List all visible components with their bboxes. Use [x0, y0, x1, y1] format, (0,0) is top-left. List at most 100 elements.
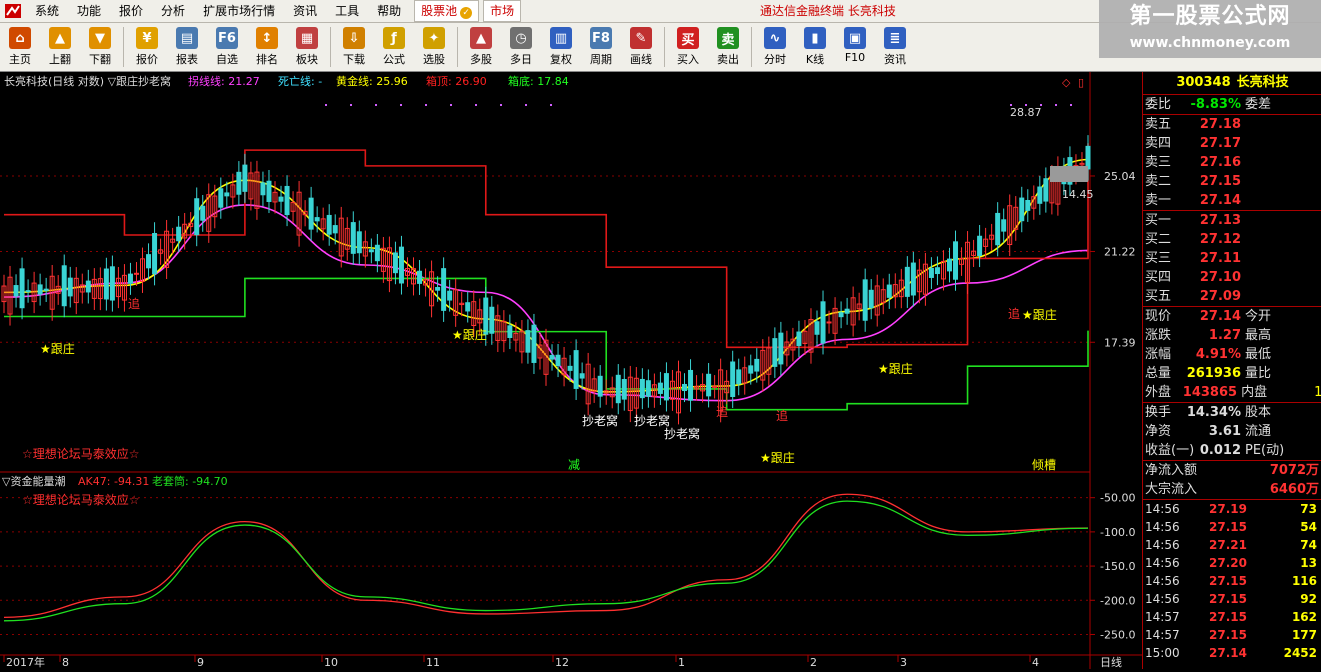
toolbar-button-f8[interactable]: F8 周期 — [581, 23, 621, 69]
toolbar-button-formula[interactable]: ƒ 公式 — [374, 23, 414, 69]
toolbar-label: 资讯 — [884, 53, 906, 66]
tick-time: 14:56 — [1145, 592, 1180, 606]
kline-chart-svg[interactable]: 长亮科技(日线 对数) ▽跟庄抄老窝 拐线线: 21.27 死亡线: - 黄金线: 2… — [0, 72, 1142, 669]
candle-body — [904, 266, 910, 297]
toolbar-button-multi-day[interactable]: ◷ 多日 — [501, 23, 541, 69]
candle-body — [826, 321, 832, 324]
ask-row: 卖四 27.17 — [1143, 134, 1321, 153]
download-icon: ⇩ — [343, 27, 365, 49]
toolbar-button-report[interactable]: ▤ 报表 — [167, 23, 207, 69]
tick-price: 27.15 — [1209, 592, 1247, 606]
chart-area[interactable]: 长亮科技(日线 对数) ▽跟庄抄老窝 拐线线: 21.27 死亡线: - 黄金线: 2… — [0, 72, 1142, 669]
candle-body — [754, 358, 760, 372]
toolbar-button-ranking[interactable]: ↕ 排名 — [247, 23, 287, 69]
toolbar-button-arrow-down[interactable]: ▼ 下翻 — [80, 23, 120, 69]
low-price-label: 14.45 — [1062, 188, 1094, 201]
candle-body — [25, 290, 31, 293]
toolbar-button-buy[interactable]: 买买入 — [668, 23, 708, 69]
signal-annotation: 追 — [776, 408, 788, 423]
stat-row: 涨跌 1.27 最高 — [1143, 326, 1321, 345]
tick-price: 27.15 — [1209, 574, 1247, 588]
signal-annotation: 追 — [128, 296, 140, 311]
signal-annotation: 追 — [716, 404, 728, 419]
tick-price: 27.19 — [1209, 502, 1247, 516]
panel-toggle-icon[interactable]: ▯ — [1078, 76, 1084, 89]
tick-price: 27.15 — [1209, 610, 1247, 624]
ask-row-label: 卖五 — [1145, 117, 1172, 132]
toolbar-label: 画线 — [630, 53, 652, 66]
candle-body — [43, 288, 49, 291]
candle-body — [194, 198, 200, 236]
toolbar-button-f6[interactable]: F6 自选 — [207, 23, 247, 69]
candle-body — [525, 330, 531, 353]
candle-body — [465, 302, 471, 312]
candle-body — [573, 350, 579, 389]
toolbar-button-news[interactable]: ≣ 资讯 — [875, 23, 915, 69]
toolbar-button-home[interactable]: ⌂ 主页 — [0, 23, 40, 69]
candle-body — [736, 369, 742, 385]
signal-dot — [350, 104, 352, 106]
menu-item[interactable]: 帮助 — [368, 0, 410, 22]
toolbar-label: 主页 — [9, 53, 31, 66]
bid-row-value: 27.13 — [1199, 213, 1241, 228]
date-tick-label: 12 — [555, 656, 569, 669]
tick-volume: 13 — [1300, 556, 1317, 570]
toolbar-button-sell[interactable]: 卖卖出 — [708, 23, 748, 69]
menu-item[interactable]: 分析 — [152, 0, 194, 22]
candle-body — [314, 217, 320, 222]
menu-item[interactable]: 系统 — [26, 0, 68, 22]
toolbar-button-stock-picker[interactable]: ✦ 选股 — [414, 23, 454, 69]
candle-body — [778, 332, 784, 365]
candle-body — [368, 249, 374, 253]
menu-item[interactable]: 工具 — [326, 0, 368, 22]
candle-body — [862, 279, 868, 321]
osc-tick-label: -50.00 — [1100, 492, 1135, 505]
menu-item[interactable]: 扩展市场行情 — [194, 0, 284, 22]
candle-body — [772, 338, 778, 367]
date-tick-label: 4 — [1032, 656, 1039, 669]
toolbar-button-yen[interactable]: ¥ 报价 — [127, 23, 167, 69]
bid-row-value: 27.12 — [1199, 232, 1241, 247]
candle-body — [928, 267, 934, 278]
candle-body — [1019, 197, 1025, 222]
date-tick-label: 10 — [324, 656, 338, 669]
tick-price: 27.21 — [1209, 538, 1247, 552]
date-tick-label: 2 — [810, 656, 817, 669]
menu-item[interactable]: 报价 — [110, 0, 152, 22]
stat-row-value: 27.14 — [1199, 309, 1241, 324]
tick-volume: 2452 — [1283, 646, 1317, 660]
menu-item[interactable]: 功能 — [68, 0, 110, 22]
toolbar-button-intraday[interactable]: ∿ 分时 — [755, 23, 795, 69]
toolbar-button-download[interactable]: ⇩ 下载 — [334, 23, 374, 69]
tick-time: 15:00 — [1145, 646, 1180, 660]
stat-row: 净资 3.61 流通 — [1143, 422, 1321, 441]
toolbar-button-restore[interactable]: ▥ 复权 — [541, 23, 581, 69]
tab-stock-pool[interactable]: 股票池 ✓ — [414, 0, 480, 22]
signal-dot — [500, 104, 502, 106]
terminal-title: 通达信金融终端 长亮科技 — [760, 4, 896, 18]
candle-body — [1037, 186, 1043, 204]
tick-time: 14:57 — [1145, 610, 1180, 624]
toolbar-separator — [330, 27, 331, 67]
buy-icon: 买 — [677, 27, 699, 49]
menu-item[interactable]: 资讯 — [284, 0, 326, 22]
lower-chart-title: ▽资金能量潮 — [2, 474, 65, 488]
toolbar-label: 报表 — [176, 53, 198, 66]
bid-row: 买三 27.11 — [1143, 249, 1321, 268]
candle-body — [1025, 200, 1031, 211]
toolbar-button-sector[interactable]: ▦ 板块 — [287, 23, 327, 69]
stat-row-label: 净资 — [1145, 424, 1172, 439]
candle-body — [886, 284, 892, 298]
toolbar-button-draw-line[interactable]: ✎ 画线 — [621, 23, 661, 69]
toolbar-button-kline[interactable]: ▮ K线 — [795, 23, 835, 69]
diamond-icon[interactable]: ◇ — [1062, 76, 1071, 89]
candle-body — [266, 180, 272, 202]
tab-market[interactable]: 市场 — [483, 0, 522, 22]
osc-tick-label: -100.0 — [1100, 526, 1135, 539]
toolbar-button-arrow-up[interactable]: ▲ 上翻 — [40, 23, 80, 69]
toolbar-button-f10[interactable]: ▣ F10 — [835, 23, 875, 69]
toolbar-button-multi-stock[interactable]: ▲ 多股 — [461, 23, 501, 69]
period-label[interactable]: 日线 — [1100, 655, 1122, 669]
toolbar-label: 上翻 — [49, 53, 71, 66]
toolbar-label: 下载 — [343, 53, 365, 66]
